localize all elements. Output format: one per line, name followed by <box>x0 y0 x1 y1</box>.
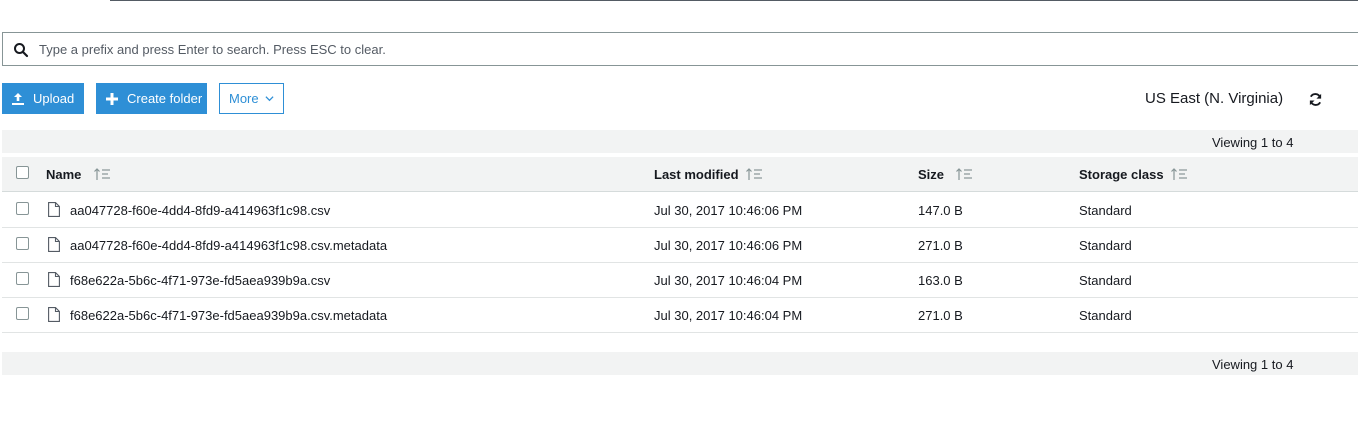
file-name-link[interactable]: f68e622a-5b6c-4f71-973e-fd5aea939b9a.csv <box>70 273 330 288</box>
more-label: More <box>229 91 259 106</box>
file-size: 271.0 B <box>918 308 963 323</box>
upload-button[interactable]: Upload <box>2 83 84 114</box>
file-size: 147.0 B <box>918 203 963 218</box>
more-button[interactable]: More <box>219 83 284 114</box>
table-row[interactable]: f68e622a-5b6c-4f71-973e-fd5aea939b9a.csv… <box>2 263 1358 298</box>
viewing-bar-top: Viewing 1 to 4 <box>2 130 1358 153</box>
file-name-link[interactable]: aa047728-f60e-4dd4-8fd9-a414963f1c98.csv <box>70 203 330 218</box>
viewing-count: Viewing 1 to 4 <box>1212 357 1294 372</box>
column-header-last-modified[interactable]: Last modified <box>654 167 739 182</box>
sort-icon[interactable] <box>745 167 763 181</box>
table-header: Name Last modified Size Storage class <box>2 157 1358 192</box>
table-row[interactable]: f68e622a-5b6c-4f71-973e-fd5aea939b9a.csv… <box>2 298 1358 333</box>
row-checkbox[interactable] <box>16 202 29 215</box>
viewing-count: Viewing 1 to 4 <box>1212 135 1294 150</box>
file-icon <box>48 307 60 322</box>
last-modified: Jul 30, 2017 10:46:06 PM <box>654 203 803 218</box>
storage-class: Standard <box>1079 308 1132 323</box>
upload-label: Upload <box>33 91 75 106</box>
last-modified: Jul 30, 2017 10:46:04 PM <box>654 308 803 323</box>
sort-icon[interactable] <box>93 167 111 181</box>
file-icon <box>48 272 60 287</box>
file-size: 271.0 B <box>918 238 963 253</box>
plus-icon <box>106 92 118 105</box>
column-header-size[interactable]: Size <box>918 167 944 182</box>
file-name-link[interactable]: f68e622a-5b6c-4f71-973e-fd5aea939b9a.csv… <box>70 308 387 323</box>
row-checkbox[interactable] <box>16 272 29 285</box>
refresh-icon[interactable] <box>1308 92 1323 107</box>
sort-icon[interactable] <box>955 167 973 181</box>
top-divider <box>110 0 1358 1</box>
sort-icon[interactable] <box>1170 167 1188 181</box>
create-folder-button[interactable]: Create folder <box>96 83 207 114</box>
file-name-link[interactable]: aa047728-f60e-4dd4-8fd9-a414963f1c98.csv… <box>70 238 387 253</box>
chevron-down-icon <box>265 96 274 102</box>
create-folder-label: Create folder <box>127 91 203 106</box>
storage-class: Standard <box>1079 203 1132 218</box>
column-header-storage-class[interactable]: Storage class <box>1079 167 1164 182</box>
search-icon <box>14 43 29 58</box>
file-icon <box>48 202 60 217</box>
last-modified: Jul 30, 2017 10:46:06 PM <box>654 238 803 253</box>
last-modified: Jul 30, 2017 10:46:04 PM <box>654 273 803 288</box>
file-size: 163.0 B <box>918 273 963 288</box>
table-row[interactable]: aa047728-f60e-4dd4-8fd9-a414963f1c98.csv… <box>2 193 1358 228</box>
region-label: US East (N. Virginia) <box>1145 90 1284 107</box>
upload-icon <box>12 92 24 105</box>
row-checkbox[interactable] <box>16 237 29 250</box>
search-input[interactable] <box>39 34 1339 64</box>
row-checkbox[interactable] <box>16 307 29 320</box>
file-icon <box>48 237 60 252</box>
viewing-bar-bottom: Viewing 1 to 4 <box>2 352 1358 375</box>
table-row[interactable]: aa047728-f60e-4dd4-8fd9-a414963f1c98.csv… <box>2 228 1358 263</box>
search-box[interactable] <box>2 32 1358 66</box>
column-header-name[interactable]: Name <box>46 167 81 182</box>
select-all-checkbox[interactable] <box>16 166 29 179</box>
storage-class: Standard <box>1079 273 1132 288</box>
storage-class: Standard <box>1079 238 1132 253</box>
